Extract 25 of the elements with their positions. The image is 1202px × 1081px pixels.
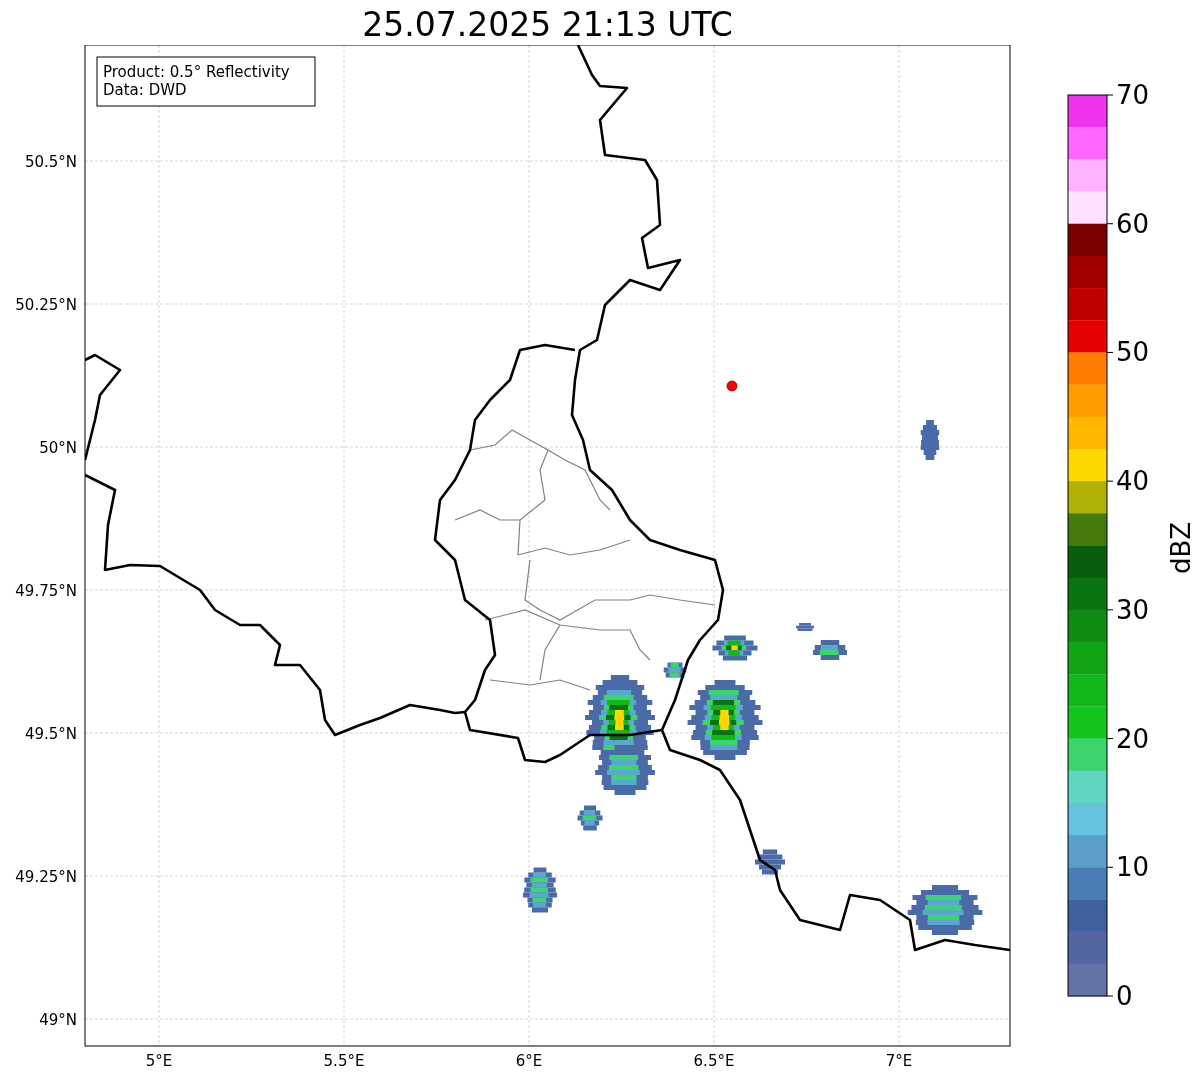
latitude-label: 49.5°N — [24, 725, 77, 743]
longitude-label: 5.5°E — [323, 1052, 365, 1070]
latitude-label: 49°N — [39, 1011, 77, 1029]
latitude-label: 50.5°N — [24, 153, 77, 171]
scale-label: 20 — [1116, 723, 1150, 754]
longitude-label: 5°E — [145, 1052, 173, 1070]
location-marker — [726, 380, 738, 392]
scale-label: 70 — [1116, 80, 1150, 110]
latitude-label: 49.25°N — [15, 868, 77, 886]
longitude-label: 7°E — [885, 1052, 913, 1070]
longitude-label: 6°E — [515, 1052, 543, 1070]
scale-label: 40 — [1116, 466, 1150, 497]
info-text: Product: 0.5° Reflectivity — [103, 63, 290, 81]
scale-label: 30 — [1116, 594, 1150, 625]
scale-label: 60 — [1116, 208, 1150, 239]
scale-label: 0 — [1116, 981, 1133, 1011]
latitude-label: 49.75°N — [15, 582, 77, 600]
latitude-label: 50°N — [39, 439, 77, 457]
info-text: Data: DWD — [103, 81, 187, 99]
plot-title: 25.07.2025 21:13 UTC — [361, 4, 734, 45]
latitude-label: 50.25°N — [15, 296, 77, 314]
scale-label: 50 — [1116, 337, 1150, 368]
scale-label: 10 — [1116, 852, 1150, 883]
longitude-label: 6.5°E — [693, 1052, 735, 1070]
scale-title: dBZ — [1166, 521, 1196, 575]
